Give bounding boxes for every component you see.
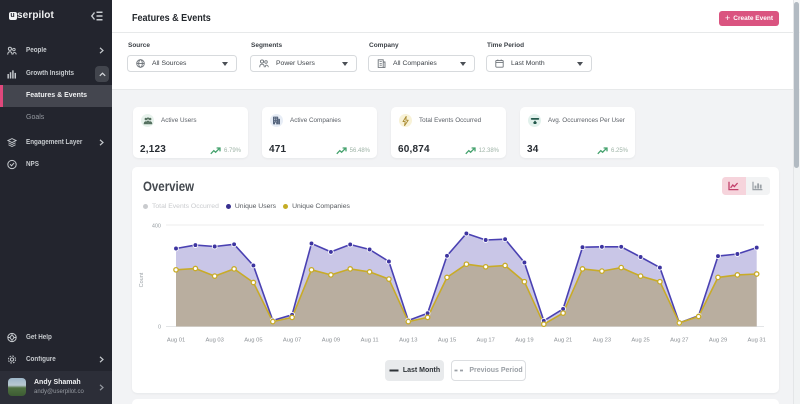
svg-text:Aug 25: Aug 25 bbox=[631, 338, 649, 344]
svg-text:Aug 07: Aug 07 bbox=[283, 338, 301, 344]
svg-text:Aug 29: Aug 29 bbox=[709, 338, 727, 344]
svg-text:Aug 11: Aug 11 bbox=[361, 338, 379, 344]
svg-text:Aug 01: Aug 01 bbox=[167, 338, 185, 344]
svg-text:Aug 21: Aug 21 bbox=[554, 338, 572, 344]
svg-text:Aug 31: Aug 31 bbox=[748, 338, 766, 344]
svg-text:Aug 15: Aug 15 bbox=[438, 338, 456, 344]
svg-text:Aug 23: Aug 23 bbox=[593, 338, 611, 344]
svg-text:Aug 09: Aug 09 bbox=[322, 338, 340, 344]
svg-text:Aug 27: Aug 27 bbox=[670, 338, 688, 344]
svg-text:Count: Count bbox=[139, 272, 145, 287]
svg-text:Aug 13: Aug 13 bbox=[399, 338, 417, 344]
svg-text:Aug 17: Aug 17 bbox=[477, 338, 495, 344]
svg-text:400: 400 bbox=[152, 224, 161, 230]
svg-text:Aug 19: Aug 19 bbox=[515, 338, 533, 344]
svg-text:Aug 05: Aug 05 bbox=[244, 338, 262, 344]
svg-text:Aug 03: Aug 03 bbox=[206, 338, 224, 344]
svg-text:0: 0 bbox=[158, 325, 161, 331]
